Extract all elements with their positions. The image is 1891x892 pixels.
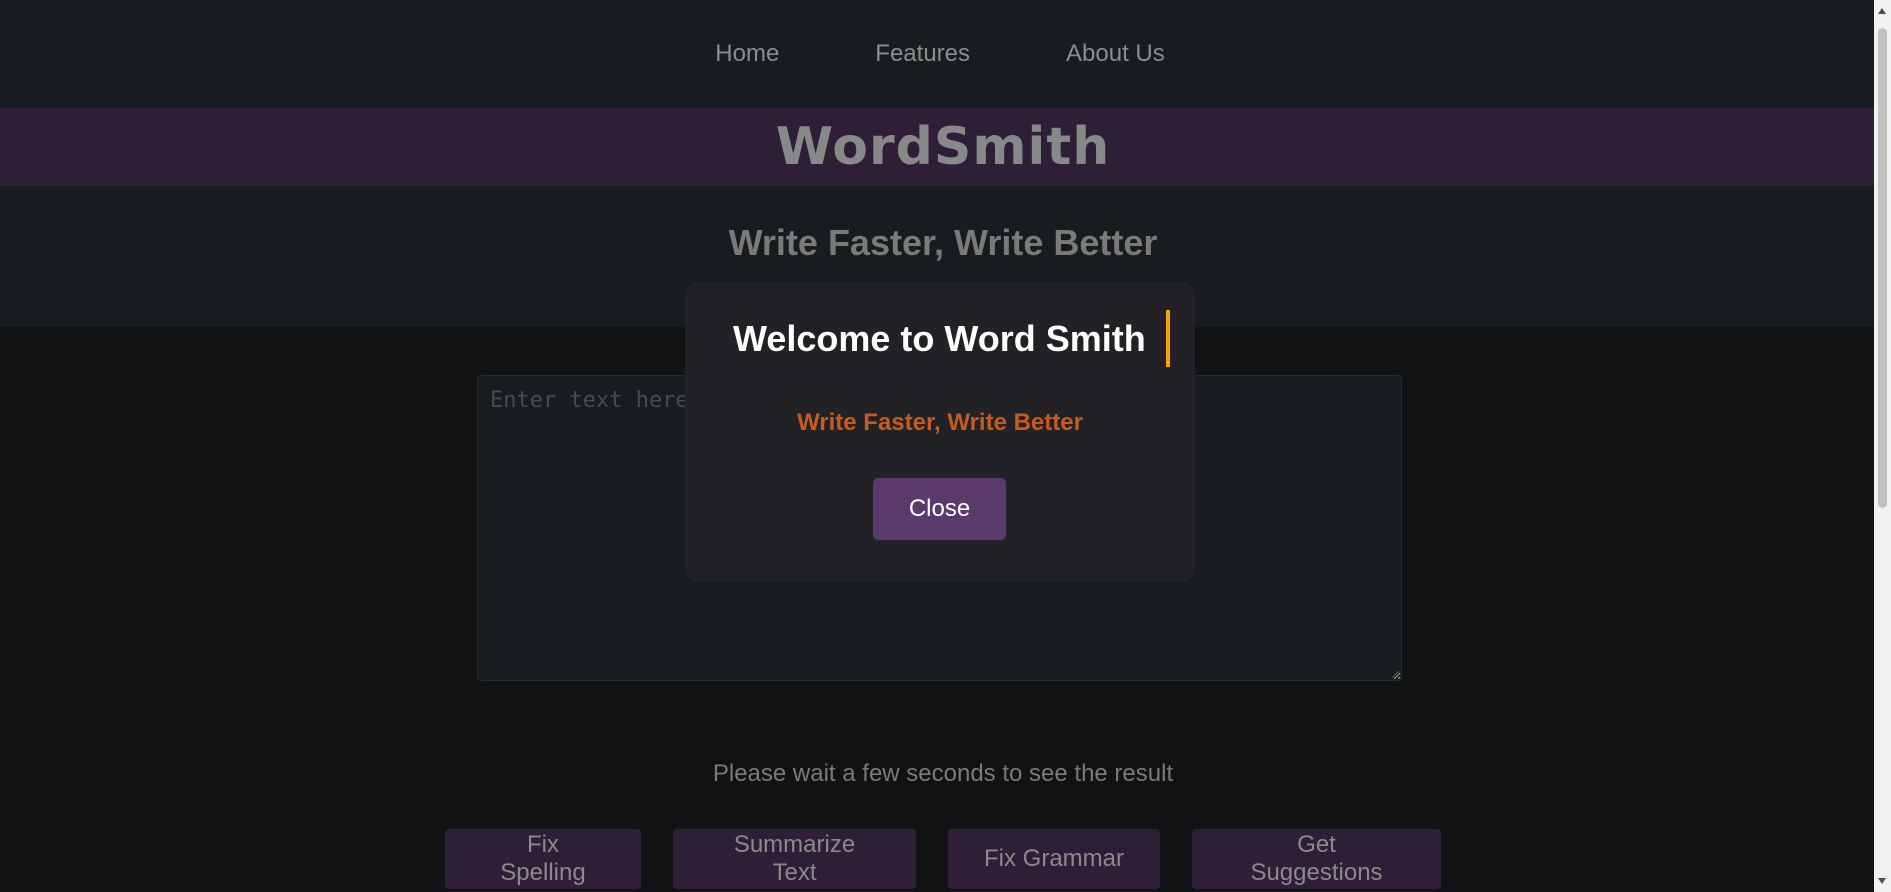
hero-tagline: Write Faster, Write Better (728, 222, 1158, 263)
welcome-modal: Welcome to Word Smith Write Faster, Writ… (685, 282, 1195, 582)
top-navigation: Home Features About Us (0, 0, 1886, 108)
scrollbar-thumb[interactable] (1878, 28, 1887, 508)
typing-cursor (1166, 310, 1170, 367)
action-buttons: Fix Spelling Summarize Text Fix Grammar … (0, 829, 1886, 889)
nav-link-home[interactable]: Home (715, 40, 779, 68)
modal-subtitle: Write Faster, Write Better (797, 409, 1083, 436)
fix-spelling-button[interactable]: Fix Spelling (445, 829, 641, 889)
summarize-text-button[interactable]: Summarize Text (673, 829, 916, 889)
fix-grammar-button[interactable]: Fix Grammar (948, 829, 1160, 889)
brand-title: WordSmith (775, 117, 1111, 177)
get-suggestions-button[interactable]: Get Suggestions (1192, 829, 1441, 889)
modal-title: Welcome to Word Smith (733, 318, 1146, 359)
nav-link-about-us[interactable]: About Us (1066, 40, 1165, 68)
scroll-down-icon[interactable] (1878, 878, 1886, 884)
resize-handle-icon[interactable] (1390, 669, 1400, 679)
status-message: Please wait a few seconds to see the res… (712, 760, 1174, 787)
nav-links: Home Features About Us (715, 40, 1164, 68)
brand-header: WordSmith (0, 108, 1886, 186)
close-button[interactable]: Close (873, 478, 1006, 540)
nav-link-features[interactable]: Features (875, 40, 970, 68)
scroll-up-icon[interactable] (1878, 8, 1886, 14)
vertical-scrollbar[interactable] (1874, 0, 1891, 892)
page: Home Features About Us WordSmith Write F… (0, 0, 1886, 892)
